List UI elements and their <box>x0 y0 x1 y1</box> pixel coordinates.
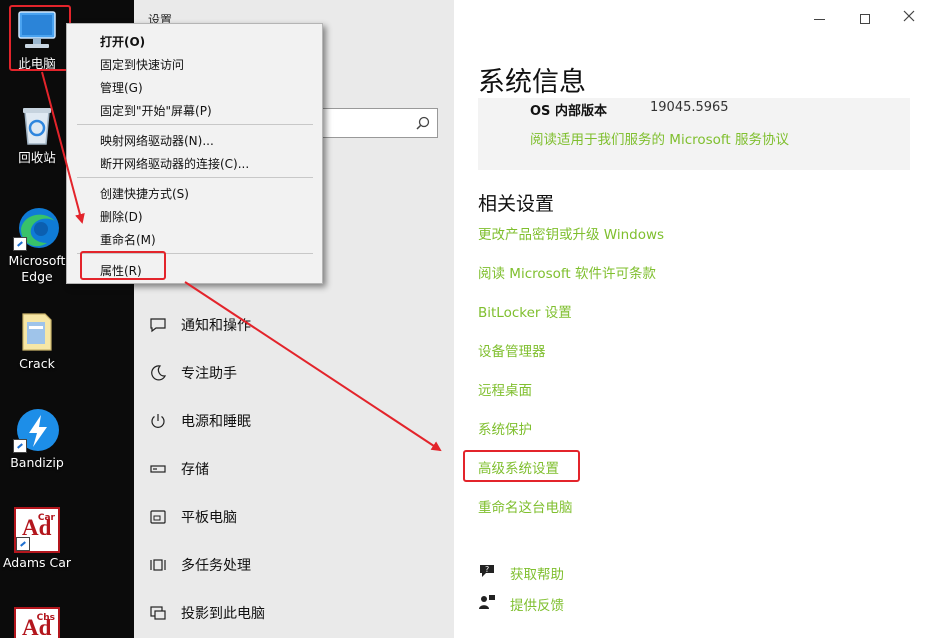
license-terms-link[interactable]: 阅读 Microsoft 软件许可条款 <box>478 262 656 282</box>
bitlocker-link[interactable]: BitLocker 设置 <box>478 301 572 321</box>
feedback-link: 提供反馈 <box>510 598 564 614</box>
nav-item-multitasking[interactable]: 多任务处理 <box>148 553 251 577</box>
menu-separator <box>77 177 313 178</box>
annotation-box-this-pc <box>9 5 71 71</box>
nav-item-focus-assist[interactable]: 专注助手 <box>148 361 237 385</box>
nav-item-label: 电源和睡眠 <box>181 414 251 430</box>
notification-icon <box>148 317 168 333</box>
nav-item-label: 平板电脑 <box>181 510 237 526</box>
power-icon <box>148 413 168 429</box>
service-agreement-link[interactable]: 阅读适用于我们服务的 Microsoft 服务协议 <box>530 128 789 148</box>
menu-separator <box>77 124 313 125</box>
system-protection-link[interactable]: 系统保护 <box>478 418 532 438</box>
project-icon <box>148 605 168 621</box>
recycle-bin-icon <box>13 102 61 148</box>
settings-content-pane: 系统信息 OS 内部版本 19045.5965 阅读适用于我们服务的 Micro… <box>454 0 938 638</box>
desktop-icon-label: Crack <box>19 356 55 371</box>
feedback-row[interactable]: 提供反馈 <box>478 594 564 614</box>
menu-item-open[interactable]: 打开(O) <box>100 33 145 50</box>
desktop-icon-crack[interactable]: Crack <box>0 308 74 372</box>
desktop-icon-label: Microsoft <box>8 253 66 268</box>
nav-item-notifications[interactable]: 通知和操作 <box>148 313 251 337</box>
nav-item-label: 多任务处理 <box>181 558 251 574</box>
maximize-button[interactable] <box>860 14 870 24</box>
app-glyph: Ad <box>22 515 52 540</box>
nav-item-label: 投影到此电脑 <box>181 606 265 622</box>
annotation-box-properties <box>80 251 166 280</box>
remote-desktop-link[interactable]: 远程桌面 <box>478 379 532 399</box>
bandizip-icon <box>13 407 61 453</box>
menu-item-pin-quick-access[interactable]: 固定到快速访问 <box>100 56 184 73</box>
app-glyph: Ad <box>22 615 52 638</box>
desktop-icon-recycle-bin[interactable]: 回收站 <box>0 102 74 166</box>
nav-item-label: 存储 <box>181 462 209 478</box>
desktop-icon-adams-car[interactable]: Car Ad Adams Car <box>0 507 74 571</box>
multitask-icon <box>148 557 168 573</box>
menu-item-disconnect-drive[interactable]: 断开网络驱动器的连接(C)... <box>100 155 249 172</box>
search-input[interactable] <box>304 108 438 138</box>
edge-icon <box>13 205 61 251</box>
get-help-row[interactable]: ? 获取帮助 <box>478 563 564 583</box>
nav-item-tablet[interactable]: 平板电脑 <box>148 505 237 529</box>
desktop-icon-adams-chs[interactable]: Chs Ad <box>0 607 74 638</box>
menu-item-pin-start[interactable]: 固定到"开始"屏幕(P) <box>100 102 212 119</box>
desktop-icon-edge[interactable]: Microsoft Edge <box>0 205 74 285</box>
folder-icon <box>13 308 61 354</box>
adams-car-icon: Car Ad <box>14 507 60 553</box>
desktop-icon-label: Edge <box>21 269 53 284</box>
desktop-icon-bandizip[interactable]: Bandizip <box>0 407 74 471</box>
os-build-value: 19045.5965 <box>650 100 729 115</box>
rename-pc-link[interactable]: 重命名这台电脑 <box>478 496 573 516</box>
nav-item-label: 专注助手 <box>181 366 237 382</box>
help-icon: ? <box>478 563 498 583</box>
menu-item-delete[interactable]: 删除(D) <box>100 208 143 225</box>
close-button[interactable] <box>903 10 915 26</box>
tablet-icon <box>148 509 168 525</box>
svg-text:?: ? <box>485 565 489 574</box>
search-icon <box>416 115 430 134</box>
get-help-link: 获取帮助 <box>510 567 564 583</box>
desktop-icon-label: Bandizip <box>10 455 64 470</box>
annotation-box-advanced-settings <box>463 450 580 482</box>
storage-icon <box>148 461 168 477</box>
shortcut-arrow-icon <box>13 237 27 251</box>
change-product-key-link[interactable]: 更改产品密钥或升级 Windows <box>478 223 664 243</box>
moon-icon <box>148 365 168 381</box>
desktop-icon-label: Adams Car <box>2 555 72 570</box>
context-menu: 打开(O) 固定到快速访问 管理(G) 固定到"开始"屏幕(P) 映射网络驱动器… <box>66 23 323 284</box>
nav-item-storage[interactable]: 存储 <box>148 457 209 481</box>
menu-item-rename[interactable]: 重命名(M) <box>100 231 156 248</box>
shortcut-arrow-icon <box>13 439 27 453</box>
page-title: 系统信息 <box>478 67 586 98</box>
window-controls <box>800 10 930 30</box>
nav-item-label: 通知和操作 <box>181 318 251 334</box>
adams-chs-icon: Chs Ad <box>14 607 60 638</box>
os-info-card: OS 内部版本 19045.5965 阅读适用于我们服务的 Microsoft … <box>478 98 910 170</box>
device-manager-link[interactable]: 设备管理器 <box>478 340 546 360</box>
desktop-icon-label: 回收站 <box>18 150 56 165</box>
shortcut-arrow-icon <box>16 537 30 551</box>
os-build-label: OS 内部版本 <box>530 104 607 119</box>
menu-item-manage[interactable]: 管理(G) <box>100 79 143 96</box>
nav-item-power-sleep[interactable]: 电源和睡眠 <box>148 409 251 433</box>
feedback-icon <box>478 594 498 614</box>
close-icon <box>903 10 915 22</box>
nav-item-project[interactable]: 投影到此电脑 <box>148 601 265 625</box>
related-settings-title: 相关设置 <box>478 193 555 215</box>
minimize-button[interactable] <box>814 19 825 20</box>
menu-item-map-drive[interactable]: 映射网络驱动器(N)... <box>100 132 214 149</box>
menu-item-create-shortcut[interactable]: 创建快捷方式(S) <box>100 185 189 202</box>
